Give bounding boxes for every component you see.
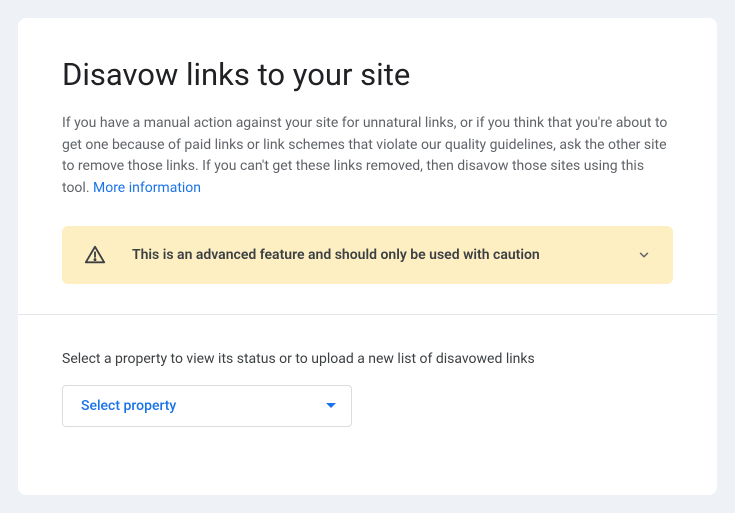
warning-icon	[84, 244, 106, 266]
select-property-text: Select property	[81, 398, 176, 414]
divider	[18, 314, 717, 315]
description-text: If you have a manual action against your…	[62, 113, 673, 200]
chevron-down-icon[interactable]	[635, 246, 653, 264]
warning-text: This is an advanced feature and should o…	[132, 247, 609, 263]
select-property-label: Select a property to view its status or …	[62, 351, 673, 367]
caret-down-icon	[325, 400, 337, 412]
page-title: Disavow links to your site	[62, 56, 673, 93]
warning-banner[interactable]: This is an advanced feature and should o…	[62, 226, 673, 284]
more-information-link[interactable]: More information	[93, 180, 201, 196]
select-property-dropdown[interactable]: Select property	[62, 385, 352, 427]
main-card: Disavow links to your site If you have a…	[18, 18, 717, 495]
